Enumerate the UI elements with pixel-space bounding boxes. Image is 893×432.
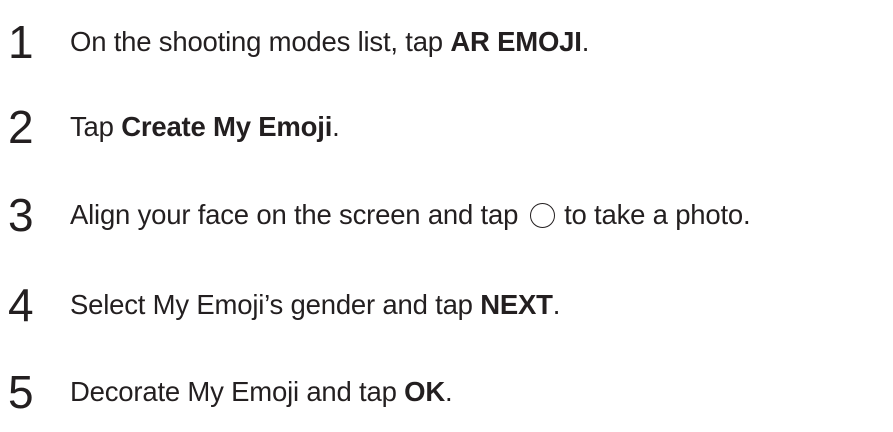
step-text-bold: AR EMOJI — [450, 26, 582, 57]
step-text: Align your face on the screen and tap to… — [70, 185, 751, 245]
step-text-bold: NEXT — [480, 289, 553, 320]
step-5: 5 Decorate My Emoji and tap OK. — [0, 362, 893, 422]
step-text-before: Align your face on the screen and tap — [70, 199, 526, 230]
step-text: Tap Create My Emoji. — [70, 97, 340, 157]
step-text: Select My Emoji’s gender and tap NEXT. — [70, 275, 560, 335]
step-text-bold: Create My Emoji — [121, 111, 333, 142]
step-4: 4 Select My Emoji’s gender and tap NEXT. — [0, 275, 893, 335]
step-text-after: . — [444, 376, 453, 407]
step-text-before: Select My Emoji’s gender and tap — [70, 289, 481, 320]
step-text: Decorate My Emoji and tap OK. — [70, 362, 453, 422]
step-text-after: . — [332, 111, 340, 142]
step-number: 4 — [8, 279, 34, 331]
step-text-bold: OK — [404, 376, 445, 407]
step-1: 1 On the shooting modes list, tap AR EMO… — [0, 12, 893, 72]
shutter-circle-icon — [529, 203, 555, 228]
step-number: 1 — [8, 16, 34, 68]
step-number: 2 — [8, 101, 34, 153]
step-text-before: Decorate My Emoji and tap — [70, 376, 405, 407]
step-3: 3 Align your face on the screen and tap … — [0, 185, 893, 245]
step-text-after: . — [581, 26, 590, 57]
instruction-steps: 1 On the shooting modes list, tap AR EMO… — [0, 0, 893, 432]
step-text-before: Tap — [70, 111, 122, 142]
step-number: 3 — [8, 189, 34, 241]
step-text-after: . — [552, 289, 561, 320]
step-text-after: to take a photo. — [556, 199, 751, 230]
step-2: 2 Tap Create My Emoji. — [0, 97, 893, 157]
step-number: 5 — [8, 366, 34, 418]
step-text-before: On the shooting modes list, tap — [70, 26, 451, 57]
step-text: On the shooting modes list, tap AR EMOJI… — [70, 12, 589, 72]
